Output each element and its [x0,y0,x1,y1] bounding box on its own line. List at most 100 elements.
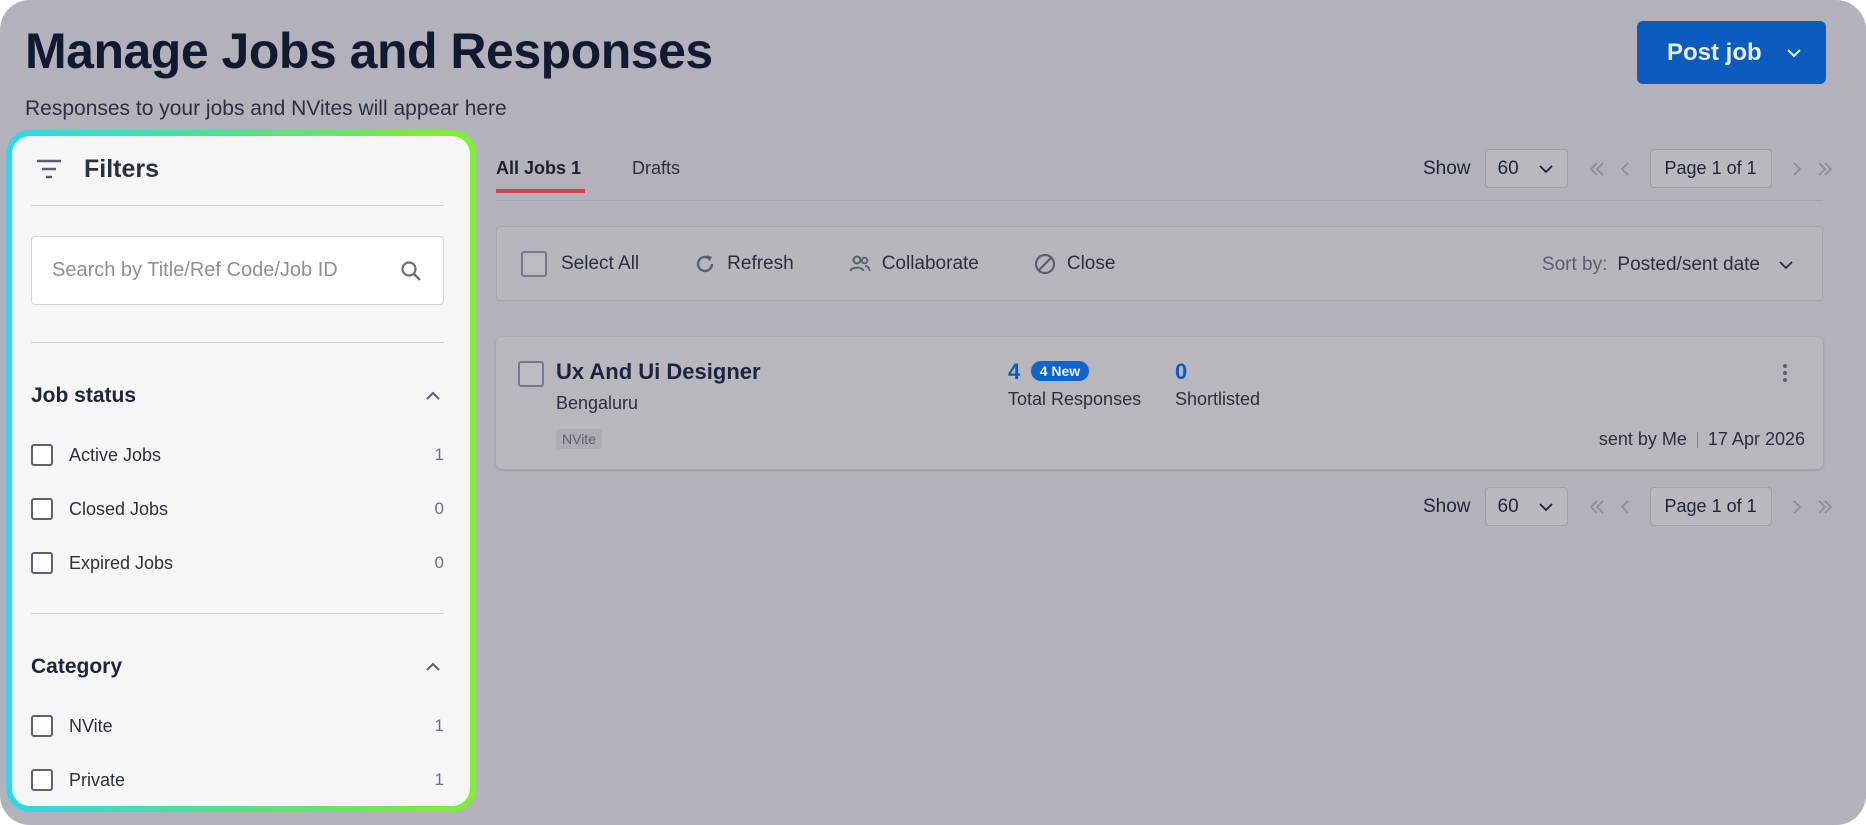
divider [31,342,444,343]
filter-count: 1 [434,770,444,789]
chevron-down-icon [1538,164,1553,173]
jobs-toolbar: Select All Refresh Collaborate Close Sor… [496,226,1823,301]
per-page-select[interactable]: 60 [1484,149,1568,188]
page-title: Manage Jobs and Responses [25,23,713,79]
first-page-icon[interactable] [1588,498,1606,516]
pagination-bottom: Show 60 Page 1 of 1 [1423,487,1844,526]
search-input[interactable] [52,259,399,282]
post-job-label: Post job [1667,38,1762,66]
job-status-header[interactable]: Job status [31,384,444,408]
filter-nvite[interactable]: NVite 1 [31,711,444,741]
section-title: Job status [31,384,137,407]
page-indicator: Page 1 of 1 [1649,149,1772,188]
chevron-down-icon [1538,502,1553,511]
shortlisted[interactable]: 0 Shortlisted [1175,359,1260,410]
per-page-select[interactable]: 60 [1484,487,1568,526]
filter-count: 1 [434,445,444,464]
first-page-icon[interactable] [1588,160,1606,178]
more-vertical-icon[interactable] [1773,361,1797,385]
tabs-divider [496,200,1823,201]
collaborate-button[interactable]: Collaborate [848,252,979,276]
filter-label: Closed Jobs [69,498,169,519]
block-icon [1034,253,1055,274]
filter-count: 0 [434,553,444,572]
filters-header: Filters [34,154,159,184]
job-card[interactable]: Ux And Ui Designer Bengaluru NVite 4 4 N… [496,337,1823,469]
filter-label: Private [69,769,126,790]
filter-label: Expired Jobs [69,552,174,573]
filter-expired-jobs[interactable]: Expired Jobs 0 [31,548,444,578]
filter-icon [37,159,61,179]
sent-meta: sent by Me 17 Apr 2026 [1599,429,1805,450]
chevron-up-icon[interactable] [422,656,444,678]
pagination-top: Show 60 Page 1 of 1 [1423,149,1844,188]
checkbox[interactable] [31,715,53,737]
job-tag: NVite [556,429,602,449]
close-label: Close [1066,252,1116,274]
job-title[interactable]: Ux And Ui Designer [556,359,761,385]
sort-value: Posted/sent date [1617,253,1760,275]
tab-all-jobs[interactable]: All Jobs 1 [496,158,585,193]
new-badge: 4 New [1030,361,1090,381]
search-icon[interactable] [399,259,423,283]
filter-active-jobs[interactable]: Active Jobs 1 [31,440,444,470]
tab-drafts[interactable]: Drafts [632,158,680,193]
checkbox[interactable] [31,769,53,791]
sent-date: 17 Apr 2026 [1707,429,1805,449]
last-page-icon[interactable] [1816,160,1834,178]
sort-label: Sort by: [1541,253,1608,275]
checkbox[interactable] [521,250,547,277]
refresh-button[interactable]: Refresh [693,252,794,276]
prev-page-icon[interactable] [1616,160,1634,178]
page-overlay: Manage Jobs and Responses Responses to y… [0,0,1866,825]
post-job-button[interactable]: Post job [1637,21,1826,84]
page-indicator: Page 1 of 1 [1649,487,1772,526]
chevron-down-icon [1779,260,1793,269]
people-icon [849,255,871,271]
collaborate-label: Collaborate [881,252,979,274]
divider [31,613,444,614]
filter-label: NVite [69,715,113,736]
filters-panel-body: Filters Job status Active Jobs 1 [12,136,470,806]
filter-private[interactable]: Private 1 [31,765,444,795]
chevron-up-icon[interactable] [422,385,444,407]
filter-closed-jobs[interactable]: Closed Jobs 0 [31,494,444,524]
close-button[interactable]: Close [1033,252,1116,276]
show-label: Show [1423,495,1471,517]
divider [31,205,444,206]
per-page-value: 60 [1497,157,1519,179]
section-title: Category [31,655,123,678]
refresh-icon [697,254,714,272]
select-all-label: Select All [561,252,640,274]
per-page-value: 60 [1497,495,1519,517]
last-page-icon[interactable] [1816,498,1834,516]
next-page-icon[interactable] [1788,160,1806,178]
filters-panel: Filters Job status Active Jobs 1 [6,130,476,812]
filter-count: 0 [434,499,444,518]
next-page-icon[interactable] [1788,498,1806,516]
filters-title: Filters [84,154,160,183]
category-header[interactable]: Category [31,655,444,679]
prev-page-icon[interactable] [1616,498,1634,516]
job-location: Bengaluru [556,393,639,413]
chevron-down-icon [1786,48,1801,57]
checkbox[interactable] [31,552,53,574]
checkbox[interactable] [31,498,53,520]
page-subtitle: Responses to your jobs and NVites will a… [25,97,507,120]
job-select-checkbox[interactable] [518,361,544,387]
total-responses-label: Total Responses [1008,389,1142,409]
select-all-checkbox[interactable]: Select All [521,250,640,277]
total-responses-count[interactable]: 4 [1008,359,1020,384]
search-box[interactable] [31,236,444,305]
sent-by: sent by Me [1598,429,1687,449]
refresh-label: Refresh [727,252,794,274]
shortlisted-count[interactable]: 0 [1175,359,1260,385]
shortlisted-label: Shortlisted [1175,389,1261,409]
total-responses[interactable]: 4 4 New Total Responses [1008,359,1141,410]
separator [1696,431,1698,448]
filter-label: Active Jobs [69,444,162,465]
filter-count: 1 [434,716,444,735]
job-tabs: All Jobs 1 Drafts [496,158,680,193]
sort-dropdown[interactable]: Sort by: Posted/sent date [1542,227,1796,302]
checkbox[interactable] [31,444,53,466]
